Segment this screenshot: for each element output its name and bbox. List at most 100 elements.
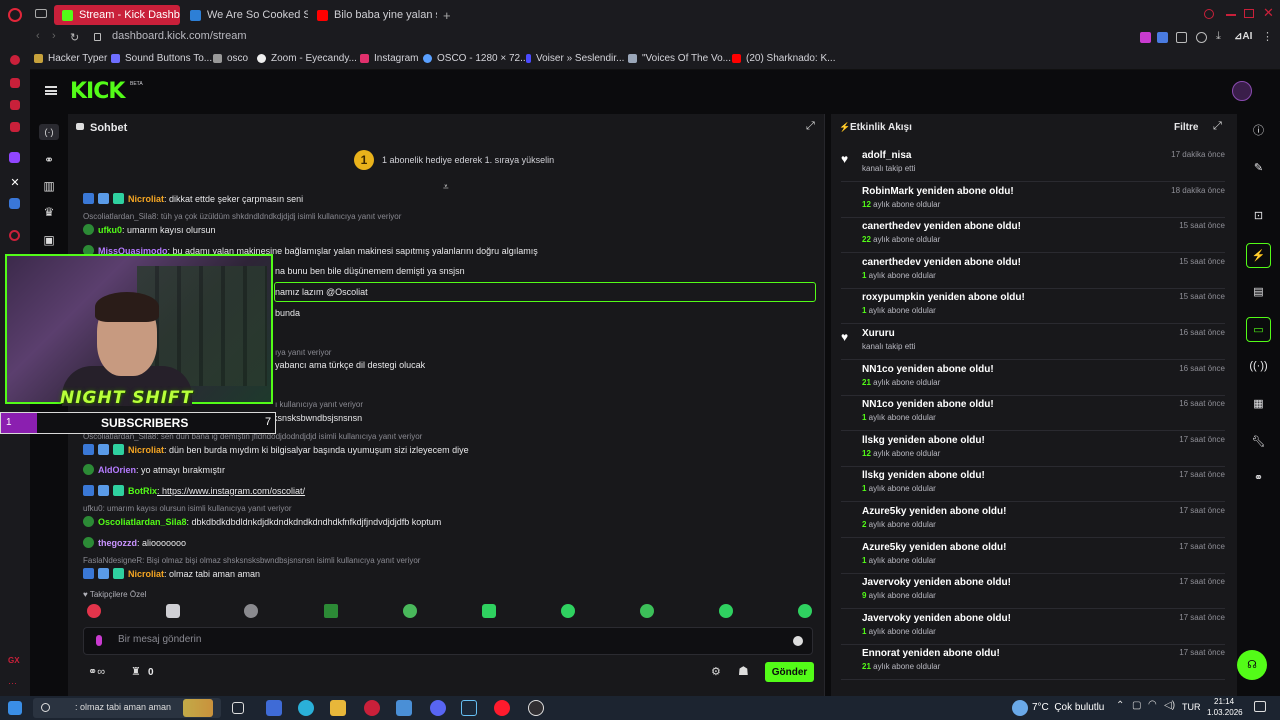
stream-icon[interactable]: (·) [39, 124, 59, 140]
activity-sub-row[interactable]: llskg yeniden abone oldu! 12 aylık abone … [841, 433, 1225, 467]
forward-icon[interactable]: › [52, 30, 56, 42]
users-icon[interactable]: ⚭∞ [88, 665, 105, 678]
activity-sub-row[interactable]: roxypumpkin yeniden abone oldu! 1 aylık a… [841, 290, 1225, 325]
ext-icon-2[interactable] [1157, 32, 1168, 43]
activity-sub-row[interactable]: Azure5ky yeniden abone oldu! 2 aylık abon… [841, 504, 1225, 538]
wrench-icon[interactable]: 🔧︎ [1246, 430, 1271, 455]
reload-icon[interactable]: ↻ [70, 31, 79, 44]
broadcast-icon[interactable]: ((·)) [1246, 354, 1271, 379]
popout-icon[interactable]: ⤢ [1213, 120, 1222, 133]
emote-heart-icon[interactable] [87, 604, 101, 618]
chat-username[interactable]: Nicroliat [128, 194, 164, 204]
maps-icon[interactable] [10, 78, 20, 88]
activity-sub-row[interactable]: Azure5ky yeniden abone oldu! 1 aylık abon… [841, 540, 1225, 574]
send-button[interactable]: Gönder [765, 662, 814, 682]
chat-username[interactable]: Nicroliat [128, 445, 164, 455]
stats-icon[interactable]: ▥ [41, 178, 57, 194]
activity-sub-row[interactable]: canerthedev yeniden abone oldu! 22 aylık … [841, 219, 1225, 254]
taskbar-search[interactable]: : olmaz tabi aman aman [33, 698, 221, 718]
support-headset-icon[interactable]: ☊ [1237, 650, 1267, 680]
minimize-icon[interactable] [1226, 14, 1236, 16]
tab-youtube[interactable]: Bilo baba yine yalan sıkıyo [309, 5, 437, 25]
emoji-icon[interactable] [793, 636, 803, 646]
translate-icon[interactable] [9, 198, 20, 209]
steam-icon[interactable] [461, 700, 477, 716]
tab-kick-dashboard[interactable]: Stream - Kick Dashboard [54, 5, 180, 25]
activity-sub-row[interactable]: Javervoky yeniden abone oldu! 9 aylık abo… [841, 575, 1225, 610]
history-icon[interactable] [9, 230, 20, 241]
chat-username[interactable]: Oscoliatlardan_Sila8 [98, 517, 187, 527]
pinned-goal[interactable]: 1 1 abonelik hediye ederek 1. sıraya yük… [354, 150, 554, 170]
media-icon[interactable]: ▣ [41, 232, 57, 248]
messenger-icon[interactable] [10, 100, 20, 110]
emote-cat-icon[interactable] [244, 604, 258, 618]
emote-ball-icon[interactable] [403, 604, 417, 618]
file-explorer-icon[interactable] [330, 700, 346, 716]
weather-text[interactable]: 7°C Çok bulutlu [1032, 702, 1104, 713]
taskbar-app-2-icon[interactable] [396, 700, 412, 716]
emote-green-2-icon[interactable] [561, 604, 575, 618]
activity-toggle-icon[interactable]: ⚡ [1246, 243, 1271, 268]
emote-face-icon[interactable] [166, 604, 180, 618]
extensions-icon[interactable] [1176, 32, 1187, 43]
taskbar-app-1-icon[interactable] [266, 700, 282, 716]
pin-collapse-icon[interactable]: ⩡ [443, 182, 449, 193]
discord-icon[interactable] [430, 700, 446, 716]
clock-date[interactable]: 1.03.2026 [1207, 708, 1243, 717]
emote-green-1-icon[interactable] [482, 604, 496, 618]
ai-button[interactable]: ⊿AI [1234, 31, 1252, 42]
filter-button[interactable]: Filtre [1174, 122, 1198, 133]
popout-icon[interactable]: ⤢ [806, 120, 815, 133]
tray-chevron-icon[interactable]: ⌃ [1116, 700, 1124, 711]
volume-icon[interactable]: ◁) [1164, 700, 1175, 711]
emote-mail-icon[interactable] [324, 604, 338, 618]
wifi-icon[interactable]: ◠ [1148, 699, 1157, 710]
bookmark-osco[interactable]: osco [213, 53, 248, 64]
aria-icon[interactable] [10, 55, 20, 65]
chat-username[interactable]: thegozzd [98, 538, 137, 548]
notification-icon[interactable] [1254, 701, 1266, 712]
chat-username[interactable]: AldOrien [98, 465, 136, 475]
maximize-icon[interactable] [1244, 9, 1254, 18]
back-icon[interactable]: ‹ [36, 30, 40, 42]
activity-sub-row[interactable]: llskg yeniden abone oldu! 1 aylık abone o… [841, 468, 1225, 503]
trophy-icon[interactable]: ♛ [41, 204, 57, 220]
windows-start-icon[interactable] [8, 701, 22, 715]
activity-sub-row[interactable]: RobinMark yeniden abone oldu! 12 aylık ab… [841, 184, 1225, 218]
chat-message-input[interactable] [118, 634, 718, 645]
activity-follow-row[interactable]: ♥ Xururu kanalı takip etti 16 saat önce [841, 326, 1225, 360]
close-icon[interactable]: ✕ [1263, 5, 1274, 21]
bookmark-sharknado[interactable]: (20) Sharknado: K... [732, 53, 836, 64]
bookmark-zoom[interactable]: Zoom - Eyecandy... [257, 53, 357, 64]
camera-icon[interactable]: ⊡ [1246, 204, 1271, 229]
language-indicator[interactable]: TUR [1182, 702, 1201, 712]
mic-icon[interactable] [96, 635, 102, 646]
activity-sub-row[interactable]: Javervoky yeniden abone oldu! 1 aylık abo… [841, 611, 1225, 645]
activity-sub-row[interactable]: NN1co yeniden abone oldu! 21 aylık abone … [841, 362, 1225, 396]
bookmark-sound-buttons[interactable]: Sound Buttons To... [111, 53, 212, 64]
chat-username[interactable]: ufku0 [98, 225, 122, 235]
activity-sub-row[interactable]: NN1co yeniden abone oldu! 1 aylık abone o… [841, 397, 1225, 432]
gift-icon[interactable]: ♜ [131, 665, 141, 678]
emote-green-3-icon[interactable] [640, 604, 654, 618]
obs-icon[interactable] [528, 700, 544, 716]
bookmark-instagram[interactable]: Instagram [360, 53, 418, 64]
snapshot-icon[interactable] [1196, 32, 1207, 43]
edge-icon[interactable] [298, 700, 314, 716]
bookmark-hacker-typer[interactable]: Hacker Typer [34, 53, 107, 64]
users-icon[interactable]: ⚭ [1246, 466, 1271, 491]
new-tab-button[interactable]: + [435, 5, 457, 25]
kick-logo[interactable]: KICK [70, 79, 125, 104]
bookmark-osco-1280[interactable]: OSCO - 1280 × 72... [423, 53, 528, 64]
x-icon[interactable]: ✕ [8, 176, 22, 190]
twitch-icon[interactable] [9, 152, 20, 163]
task-view-icon[interactable] [232, 702, 244, 714]
network-icon[interactable]: ▢ [1132, 700, 1141, 711]
opera-gx-icon[interactable] [364, 700, 380, 716]
opera-icon[interactable] [494, 700, 510, 716]
chat-input-box[interactable] [83, 627, 813, 655]
settings-gear-icon[interactable]: ⚙ [711, 665, 721, 678]
workspace-icon[interactable] [35, 9, 47, 18]
search-tabs-icon[interactable] [1204, 9, 1214, 19]
avatar[interactable] [1232, 81, 1252, 101]
